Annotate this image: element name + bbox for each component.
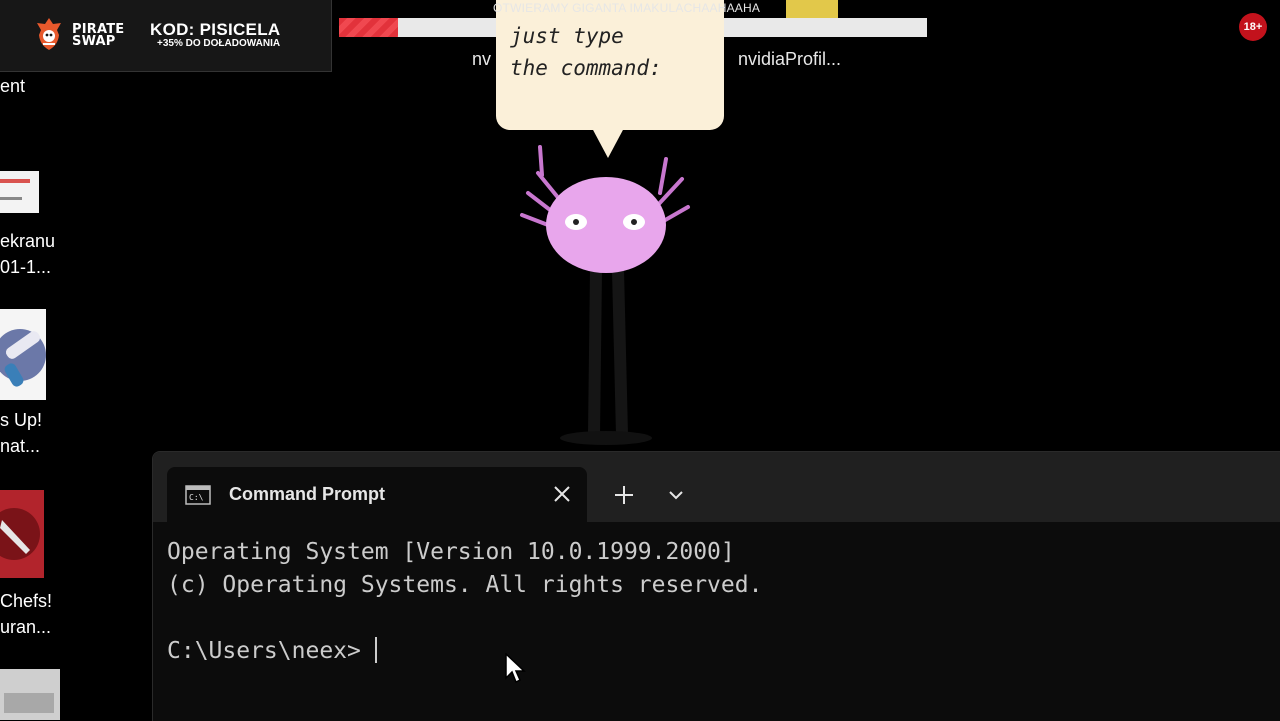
sponsor-code: KOD: PISICELA xyxy=(150,20,281,39)
pirate-logo-icon xyxy=(37,18,61,50)
sponsor-brand-bottom: SWAP xyxy=(72,34,116,49)
window-fragment xyxy=(786,0,838,18)
desktop-icon-label[interactable]: s Up! xyxy=(0,407,42,433)
text-cursor xyxy=(374,637,377,663)
sponsor-bonus: +35% DO DOŁADOWANIA xyxy=(157,38,281,49)
terminal-line: Operating System [Version 10.0.1999.2000… xyxy=(167,539,735,565)
terminal-line: (c) Operating Systems. All rights reserv… xyxy=(167,572,763,598)
svg-text:C:\: C:\ xyxy=(189,493,204,502)
desktop-icon-chefs[interactable] xyxy=(0,490,44,578)
terminal-tab-bar: C:\ Command Prompt xyxy=(153,452,1280,522)
desktop-icon-label[interactable]: Chefs! xyxy=(0,588,52,614)
background-window-text-right: nvidiaProfil... xyxy=(738,49,842,69)
terminal-output[interactable]: Operating System [Version 10.0.1999.2000… xyxy=(167,536,762,668)
desktop-icon-label[interactable]: ent xyxy=(0,73,25,99)
desktop-icon-game[interactable] xyxy=(0,309,46,400)
background-window-text-left: nv xyxy=(472,49,492,69)
desktop-icon-thumbnail[interactable] xyxy=(0,669,60,720)
bubble-line-2: the command: xyxy=(510,56,662,80)
terminal-prompt: C:\Users\neex> xyxy=(167,638,375,664)
game-art-icon xyxy=(0,329,46,387)
desktop-icon-label[interactable]: ekranu xyxy=(0,228,55,254)
sponsor-brand: PIRATE SWAP xyxy=(72,23,124,49)
chevron-down-icon[interactable] xyxy=(667,486,685,504)
sponsor-banner: PIRATE SWAP KOD: PISICELA +35% DO DOŁADO… xyxy=(0,0,332,72)
cmd-icon: C:\ xyxy=(185,485,211,505)
mouse-pointer-icon xyxy=(505,653,526,684)
close-icon[interactable] xyxy=(553,485,571,503)
desktop-icon-label[interactable]: nat... xyxy=(0,433,40,459)
desktop-icon-screenshot[interactable] xyxy=(0,171,39,213)
desktop-icon-label[interactable]: 01-1... xyxy=(0,254,51,280)
speech-bubble-text: just type the command: xyxy=(510,20,662,84)
terminal-window[interactable]: C:\ Command Prompt Operating System [Ver… xyxy=(152,451,1280,721)
chef-knife-icon xyxy=(0,508,40,560)
tab-title: Command Prompt xyxy=(229,484,386,504)
goal-title: OTWIERAMY GIGANTA IMAKULACHAAHAAHA xyxy=(493,1,761,15)
age-rating-badge: 18+ xyxy=(1239,13,1267,41)
new-tab-plus-icon[interactable] xyxy=(613,484,635,506)
bubble-line-1: just type xyxy=(510,24,624,48)
tab-command-prompt[interactable]: C:\ Command Prompt xyxy=(167,467,587,522)
desktop-icon-label[interactable]: uran... xyxy=(0,614,51,640)
axolotl-character xyxy=(520,145,690,445)
